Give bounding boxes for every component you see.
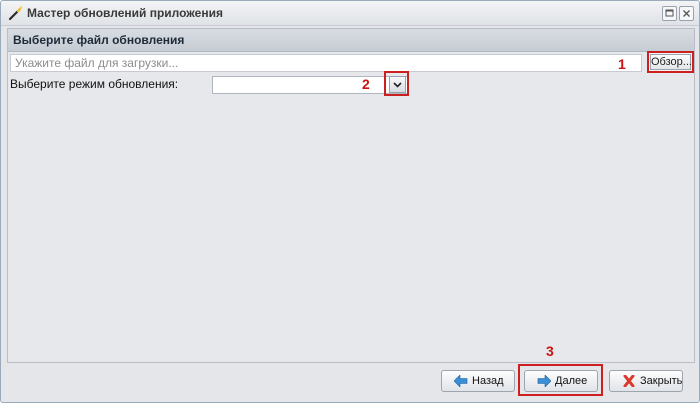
file-path-input[interactable]: Укажите файл для загрузки... — [10, 54, 642, 72]
mode-dropdown-highlight — [384, 71, 409, 96]
maximize-button[interactable] — [662, 6, 677, 21]
maximize-icon — [665, 9, 674, 17]
window-title: Мастер обновлений приложения — [27, 6, 223, 20]
back-button-label: Назад — [472, 375, 504, 387]
callout-2: 2 — [362, 76, 370, 92]
browse-button-highlight: Обзор... — [647, 51, 694, 73]
next-button[interactable]: Далее — [524, 370, 598, 392]
update-wizard-window: Мастер обновлений приложения Выберите фа… — [0, 0, 700, 403]
panel-title: Выберите файл обновления — [13, 33, 185, 47]
back-button[interactable]: Назад — [441, 370, 515, 392]
close-button-label: Закрыть — [640, 375, 683, 387]
next-button-label: Далее — [555, 375, 588, 387]
arrow-left-icon — [454, 375, 468, 387]
mode-dropdown-trigger[interactable] — [389, 76, 406, 93]
update-mode-select[interactable] — [212, 76, 408, 94]
close-button[interactable]: Закрыть — [609, 370, 683, 392]
magic-wand-icon — [8, 6, 23, 21]
update-mode-label: Выберите режим обновления: — [10, 77, 179, 91]
titlebar: Мастер обновлений приложения — [1, 1, 699, 26]
callout-1: 1 — [618, 56, 626, 72]
close-icon — [683, 10, 690, 17]
browse-button[interactable]: Обзор... — [650, 54, 692, 70]
panel-header: Выберите файл обновления — [8, 29, 694, 52]
arrow-right-icon — [537, 375, 551, 387]
chevron-down-icon — [393, 82, 402, 88]
file-selection-panel: Выберите файл обновления Укажите файл дл… — [7, 28, 695, 363]
cross-icon — [623, 375, 635, 387]
window-close-button[interactable] — [679, 6, 694, 21]
callout-3: 3 — [546, 343, 554, 359]
